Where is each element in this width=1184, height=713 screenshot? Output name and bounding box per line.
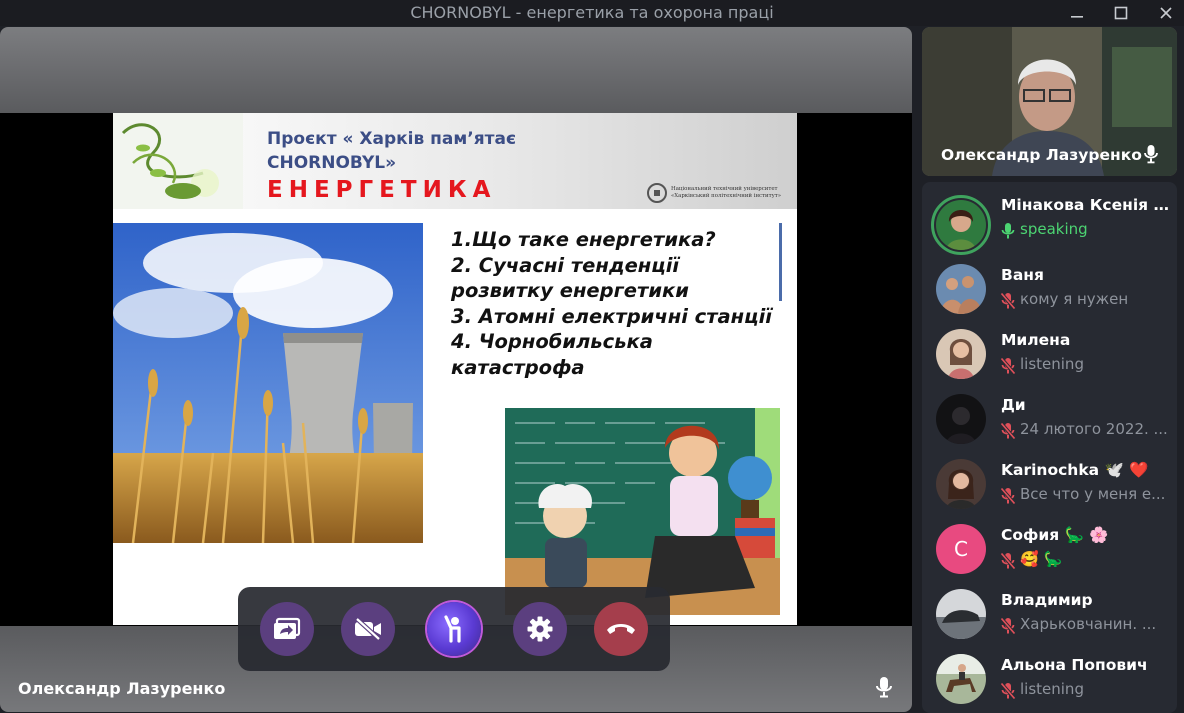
window-title: CHORNOBYL - енергетика та охорона праці — [410, 3, 774, 22]
participant-name: Милена — [1001, 331, 1071, 349]
microphone-icon — [1144, 145, 1158, 164]
avatar — [936, 654, 986, 704]
microphone-muted-icon — [1000, 357, 1016, 375]
end-call-button[interactable] — [594, 602, 648, 656]
video-call-window: CHORNOBYL - енергетика та охорона праці — [0, 0, 1184, 713]
participant-name: Владимир — [1001, 591, 1093, 609]
video-off-icon — [355, 617, 381, 641]
university-seal-icon — [647, 183, 667, 203]
maximize-button[interactable] — [1103, 0, 1139, 26]
microphone-muted-icon — [1000, 682, 1016, 700]
microphone-muted-icon — [1000, 552, 1016, 570]
stage-top-blur — [0, 27, 912, 113]
minimize-icon — [1071, 16, 1083, 18]
participant-name: София 🦕 🌸 — [1001, 526, 1109, 544]
university-line2: «Харківський політехнічний інститут» — [671, 193, 782, 199]
power-plant-photo — [113, 223, 423, 543]
stage-speaker-name: Олександр Лазуренко — [18, 679, 226, 698]
microphone-muted-icon — [1000, 292, 1016, 310]
minimize-button[interactable] — [1059, 0, 1095, 26]
participant-row[interactable]: Karinochka 🕊️ ❤️ Все что у меня е... — [922, 451, 1177, 515]
university-line1: Національний технічний університет — [671, 186, 778, 192]
teacher-cartoon-image — [505, 408, 780, 615]
vine-decoration-image — [113, 113, 243, 209]
participant-status: кому я нужен — [1020, 290, 1129, 308]
slide-list-item: 1.Що таке енергетика? — [451, 228, 716, 251]
avatar — [936, 329, 986, 379]
title-bar: CHORNOBYL - енергетика та охорона праці — [0, 0, 1184, 26]
slide-header: Проєкт « Харків пам’ятає CHORNOBYL» ЕНЕР… — [113, 113, 797, 209]
microphone-muted-icon — [1000, 617, 1016, 635]
raise-hand-button[interactable] — [427, 602, 481, 656]
participant-name: Ваня — [1001, 266, 1044, 284]
close-icon — [1160, 7, 1172, 19]
participant-row[interactable]: Владимир Харьковчанин. ... — [922, 581, 1177, 645]
close-button[interactable] — [1148, 0, 1184, 26]
phone-hangup-icon — [607, 624, 635, 634]
microphone-icon — [876, 677, 892, 698]
energy-title: ЕНЕРГЕТИКА — [267, 177, 497, 203]
participant-status: Харьковчанин. ... — [1020, 615, 1157, 633]
microphone-muted-icon — [1000, 422, 1016, 440]
share-screen-button[interactable] — [260, 602, 314, 656]
avatar: С — [936, 524, 986, 574]
project-title: Проєкт « Харків пам’ятає CHORNOBYL» — [267, 129, 517, 173]
microphone-muted-icon — [1000, 487, 1016, 505]
participant-status: listening — [1020, 680, 1084, 698]
slide-scroll-indicator — [779, 223, 782, 301]
settings-button[interactable] — [513, 602, 567, 656]
slide-topic-list: 1.Що таке енергетика? 2. Сучасні тенденц… — [451, 227, 781, 380]
participant-row[interactable]: Ваня кому я нужен — [922, 256, 1177, 320]
avatar — [936, 200, 986, 250]
participant-status: 24 лютого 2022. ... — [1020, 420, 1168, 438]
microphone-active-icon — [1001, 223, 1015, 239]
gear-icon — [527, 616, 553, 642]
presentation-slide: Проєкт « Харків пам’ятає CHORNOBYL» ЕНЕР… — [113, 113, 797, 625]
slide-list-item: 2. Сучасні тенденції розвитку енергетики — [451, 253, 689, 303]
avatar — [936, 589, 986, 639]
maximize-icon — [1114, 6, 1128, 20]
university-logo: Національний технічний університет «Харк… — [647, 183, 797, 203]
screen-share-icon — [274, 617, 301, 639]
participant-status: Все что у меня е... — [1020, 485, 1166, 503]
participant-name: Ди — [1001, 396, 1026, 414]
participant-name: Альона Попович — [1001, 656, 1148, 674]
slide-list-item: 4. Чорнобильська катастрофа — [451, 330, 653, 379]
participant-row[interactable]: Милена listening — [922, 321, 1177, 385]
participant-row[interactable]: Мінакова Ксенія О... speaking — [922, 186, 1177, 255]
participant-name: Мінакова Ксенія О... — [1001, 196, 1171, 214]
participant-status: listening — [1020, 355, 1084, 373]
self-view-name: Олександр Лазуренко — [941, 146, 1142, 164]
participant-status: speaking — [1020, 220, 1088, 238]
self-video-tile[interactable]: Олександр Лазуренко — [922, 27, 1177, 176]
participants-list[interactable]: Мінакова Ксенія О... speaking Ваня кому … — [922, 182, 1177, 713]
avatar — [936, 264, 986, 314]
participant-row[interactable]: Ди 24 лютого 2022. ... — [922, 386, 1177, 450]
avatar — [936, 394, 986, 444]
camera-button[interactable] — [341, 602, 395, 656]
participant-name: Karinochka 🕊️ ❤️ — [1001, 461, 1149, 479]
participant-status: 🥰 🦕 — [1020, 550, 1063, 568]
participant-row[interactable]: С София 🦕 🌸 🥰 🦕 — [922, 516, 1177, 580]
raise-hand-icon — [444, 615, 461, 643]
avatar — [936, 459, 986, 509]
participant-row[interactable]: Альона Попович listening — [922, 646, 1177, 710]
slide-list-item: 3. Атомні електричні станції — [451, 304, 772, 328]
call-controls-bar — [238, 587, 670, 671]
